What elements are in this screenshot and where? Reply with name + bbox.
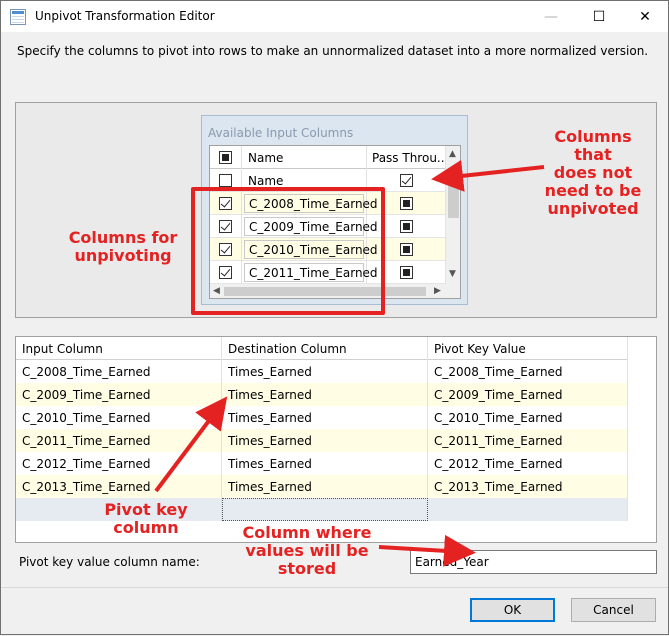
callout-pivot-key-column: Pivot key column xyxy=(104,500,188,537)
callout-for-unpivoting: Columns for unpivoting xyxy=(68,228,178,265)
arrow-value-column xyxy=(378,534,476,567)
arrow-pivot-key xyxy=(154,396,228,493)
callout-value-column: Column where values will be stored xyxy=(242,523,372,578)
unpivot-editor-window: Unpivot Transformation Editor — ☐ ✕ Spec… xyxy=(0,0,669,635)
callout-not-unpivoted: Columns that does not need to be unpivot… xyxy=(544,127,642,218)
arrow-pass-through xyxy=(431,159,545,192)
